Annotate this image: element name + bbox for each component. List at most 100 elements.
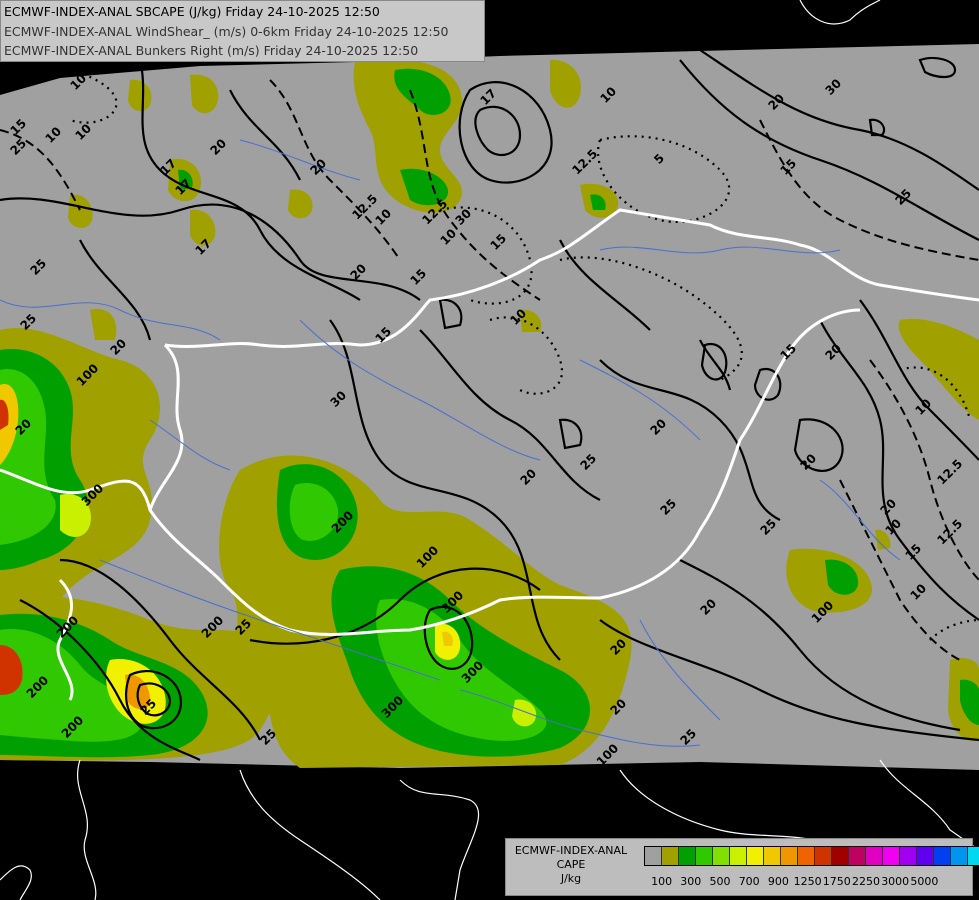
title-windshear: ECMWF-INDEX-ANAL WindShear_ (m/s) 0-6km … xyxy=(4,23,449,39)
title-sbcape: ECMWF-INDEX-ANAL SBCAPE (J/kg) Friday 24… xyxy=(4,4,380,19)
bunkers-contour-label: 12.5 xyxy=(934,516,966,548)
legend-swatch xyxy=(679,847,696,865)
cape-contour-label: 100 xyxy=(73,361,102,389)
bunkers-contour-label: 10 xyxy=(372,206,395,228)
shear-contour-label: 25 xyxy=(657,496,680,518)
legend-swatch xyxy=(900,847,917,865)
cape-contour-label: 100 xyxy=(808,598,837,626)
shear-contour-label: 15 xyxy=(372,324,395,346)
shear-contour-label: 17 xyxy=(157,156,180,178)
cape-contour-label: 200 xyxy=(198,613,227,641)
contour-labels: 10 10 25 17 20 25 20 17 20 20 25 30 15 20 25 20 20 25 20 20… xyxy=(0,0,979,900)
legend-swatch xyxy=(747,847,764,865)
legend-title-variable: CAPE xyxy=(556,858,586,871)
legend-tick: 500 xyxy=(709,875,731,888)
legend-swatch xyxy=(781,847,798,865)
shear-contour-label: 20 xyxy=(307,156,330,178)
shear-contour-label: 25 xyxy=(257,726,280,748)
legend-color-scale xyxy=(644,846,979,866)
cape-contour-label: 100 xyxy=(413,543,442,571)
bunkers-contour-label: 17 xyxy=(477,86,500,108)
legend-swatch xyxy=(815,847,832,865)
cape-contour-label: 200 xyxy=(53,613,82,641)
shear-contour-label: 20 xyxy=(797,451,820,473)
legend-title-unit: J/kg xyxy=(560,872,582,885)
bunkers-contour-label: 12.5 xyxy=(419,196,451,228)
legend-swatch xyxy=(917,847,934,865)
legend-swatch xyxy=(849,847,866,865)
bunkers-contour-label: 12.5 xyxy=(934,456,966,488)
legend-title-model: ECMWF-INDEX-ANAL xyxy=(514,844,628,857)
shear-contour-label: 30 xyxy=(822,76,845,98)
shear-contour-label: 25 xyxy=(27,256,50,278)
cape-contour-label: 200 xyxy=(328,508,357,536)
shear-contour-label: 20 xyxy=(107,336,130,358)
bunkers-contour-label: 15 xyxy=(487,231,510,253)
legend-swatch xyxy=(832,847,849,865)
shear-contour-label: 20 xyxy=(347,261,370,283)
bunkers-contour-label: 15 xyxy=(902,541,925,563)
legend-tick: 2250 xyxy=(852,875,880,888)
legend-tick: 3000 xyxy=(881,875,910,888)
shear-contour-label: 10 xyxy=(42,124,65,146)
bunkers-contour-label: 15 xyxy=(407,266,430,288)
shear-contour-label: 25 xyxy=(757,516,780,538)
shear-contour-label: 25 xyxy=(7,136,30,158)
bunkers-contour-label: 15 xyxy=(7,116,30,138)
bunkers-contour-label: 15 xyxy=(777,156,800,178)
cape-contour-label: 200 xyxy=(58,713,87,741)
bunkers-contour-label: 10 xyxy=(907,581,930,603)
shear-contour-label: 20 xyxy=(607,696,630,718)
legend-title: ECMWF-INDEX-ANAL CAPE J/kg xyxy=(506,844,636,886)
shear-contour-label: 25 xyxy=(17,311,40,333)
bunkers-contour-label: 10 xyxy=(72,121,95,143)
legend-tick: 1250 xyxy=(793,875,822,888)
cape-legend: ECMWF-INDEX-ANAL CAPE J/kg 100 300 500 700 9… xyxy=(505,838,979,896)
bunkers-contour-label: 12.5 xyxy=(569,146,601,178)
legend-swatch xyxy=(934,847,951,865)
shear-contour-label: 17 xyxy=(172,176,195,198)
legend-swatch xyxy=(798,847,815,865)
cape-contour-label: 300 xyxy=(438,588,467,616)
shear-contour-label: 20 xyxy=(765,91,788,113)
bunkers-contour-label: 5 xyxy=(651,151,668,167)
legend-swatch xyxy=(696,847,713,865)
bunkers-contour-label: 10 xyxy=(597,84,620,106)
legend-tick: 700 xyxy=(738,875,760,888)
shear-contour-label: 20 xyxy=(647,416,670,438)
shear-contour-label: 30 xyxy=(327,388,350,410)
bunkers-contour-label: 10 xyxy=(507,306,530,328)
shear-contour-label: 20 xyxy=(877,496,900,518)
shear-contour-label: 10 xyxy=(67,71,90,93)
title-bunkers: ECMWF-INDEX-ANAL Bunkers Right (m/s) Fri… xyxy=(4,43,419,58)
shear-contour-label: 25 xyxy=(137,696,160,718)
shear-contour-label: 30 xyxy=(452,206,475,228)
legend-swatch xyxy=(866,847,883,865)
shear-contour-label: 17 xyxy=(192,236,215,258)
cape-contour-label: 100 xyxy=(593,741,622,769)
legend-tick: 1750 xyxy=(822,875,851,888)
shear-contour-label: 15 xyxy=(777,341,800,363)
shear-contour-label: 20 xyxy=(517,466,540,488)
shear-contour-label: 20 xyxy=(822,341,845,363)
legend-swatch xyxy=(645,847,662,865)
legend-swatch xyxy=(730,847,747,865)
shear-contour-label: 20 xyxy=(207,136,230,158)
legend-tick: 300 xyxy=(680,875,702,888)
legend-swatch xyxy=(662,847,679,865)
legend-swatch xyxy=(883,847,900,865)
cape-contour-label: 300 xyxy=(458,658,487,686)
shear-contour-label: 20 xyxy=(12,416,35,438)
shear-contour-label: 25 xyxy=(577,451,600,473)
shear-contour-label: 25 xyxy=(892,186,915,208)
legend-tick: 100 xyxy=(651,875,673,888)
legend-swatch xyxy=(764,847,781,865)
shear-contour-label: 20 xyxy=(607,636,630,658)
legend-tick: 900 xyxy=(767,875,789,888)
legend-swatch xyxy=(951,847,968,865)
bunkers-contour-label: 10 xyxy=(882,516,905,538)
legend-tick-labels: 100 300 500 700 900 1250 1750 2250 3000 5000 xyxy=(644,875,964,889)
legend-swatch xyxy=(968,847,979,865)
cape-contour-label: 300 xyxy=(378,693,407,721)
title-box: ECMWF-INDEX-ANAL SBCAPE (J/kg) Friday 24… xyxy=(0,0,485,62)
